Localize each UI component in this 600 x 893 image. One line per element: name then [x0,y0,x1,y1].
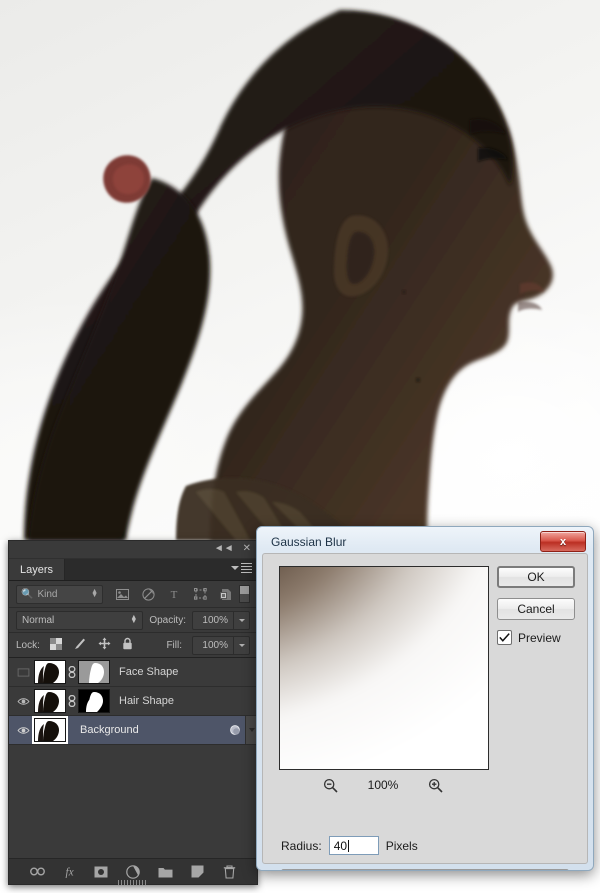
radius-input[interactable]: 40 [328,836,379,855]
filter-kind-select[interactable]: 🔍 Kind ▲ ▼ [16,584,103,604]
layer-mask-thumbnail[interactable] [78,660,110,684]
fill-label: Fill: [166,639,182,651]
layer-thumbnail[interactable] [34,689,66,713]
layer-locked-icon [225,724,245,737]
filter-pixel-layers-icon[interactable] [115,587,129,601]
layer-name[interactable]: Hair Shape [119,695,174,707]
layer-name[interactable]: Face Shape [119,666,178,678]
radius-slider[interactable] [281,866,569,870]
blend-mode-value: Normal [22,614,55,626]
lock-image-pixels-icon[interactable] [73,637,87,654]
filter-adjustment-layers-icon[interactable] [141,587,155,601]
layer-visibility-toggle[interactable] [12,726,34,735]
layer-row-face-shape[interactable]: Face Shape [9,658,257,687]
lock-label: Lock: [16,639,40,651]
new-layer-icon[interactable] [190,864,205,879]
layer-style-fx-icon[interactable]: fx [62,864,77,879]
fill-value: 100% [202,639,228,651]
lock-transparent-pixels-icon[interactable] [49,637,62,653]
fill-field[interactable]: 100% [192,635,250,655]
filter-shape-layers-icon[interactable] [193,587,207,601]
dialog-title: Gaussian Blur [271,535,347,549]
link-mask-icon[interactable] [66,666,78,678]
layers-panel[interactable]: ◄◄ ✕ Layers 🔍 Kind ▲ ▼ T Normal ▲ ▼ Opac… [8,540,258,885]
filter-type-layers-icon[interactable]: T [167,587,181,601]
dialog-titlebar[interactable]: Gaussian Blur x [261,531,589,553]
opacity-field[interactable]: 100% [192,610,250,630]
gaussian-blur-dialog[interactable]: Gaussian Blur x OK Cancel Preview 100% R… [256,526,594,871]
lock-position-icon[interactable] [98,637,111,653]
layer-filter-row: 🔍 Kind ▲ ▼ T [9,581,257,608]
portrait-silhouette [24,10,553,540]
delete-layer-icon[interactable] [222,864,237,879]
preview-checkbox[interactable] [497,630,512,645]
layer-visibility-toggle[interactable] [12,667,34,677]
preview-zoom-controls: 100% [279,774,487,796]
dialog-body: OK Cancel Preview 100% Radius: 40 Pixels [262,553,588,870]
search-icon: 🔍 [21,588,34,600]
radius-label: Radius: [281,838,322,853]
chevron-down-icon[interactable] [233,636,249,654]
stepper-icon: ▲ ▼ [91,588,98,599]
document-canvas [0,0,600,540]
preview-label: Preview [518,630,561,645]
blend-mode-row: Normal ▲ ▼ Opacity: 100% [9,608,257,633]
preview-zoom-value: 100% [367,778,399,792]
lock-row: Lock: Fill: 100% [9,633,257,658]
radius-units-label: Pixels [385,838,418,853]
layers-empty-area [9,745,257,823]
dialog-frame: Gaussian Blur x OK Cancel Preview 100% R… [257,527,593,870]
layer-name[interactable]: Background [80,724,139,736]
panel-menu-icon[interactable] [231,563,252,573]
lock-all-icon[interactable] [122,637,133,653]
stepper-icon: ▲ ▼ [130,614,138,625]
chevron-down-icon[interactable] [233,611,249,629]
svg-text:T: T [171,589,178,600]
cancel-button[interactable]: Cancel [497,598,575,620]
layers-panel-titlebar: ◄◄ ✕ [9,541,257,559]
blur-preview[interactable] [279,566,489,770]
eye-icon [16,697,30,705]
layer-row-hair-shape[interactable]: Hair Shape [9,687,257,716]
layers-panel-toolbar: fx [9,858,257,885]
panel-resize-grip[interactable] [118,880,148,885]
preview-checkbox-row[interactable]: Preview [497,630,575,645]
new-group-icon[interactable] [158,864,173,879]
new-adjustment-layer-icon[interactable] [126,864,141,879]
layers-panel-tab-row: Layers [9,559,257,581]
layers-list: Face Shape Hair Shape Background [9,658,257,745]
blend-mode-select[interactable]: Normal ▲ ▼ [16,610,144,630]
tab-layers[interactable]: Layers [9,559,66,580]
zoom-in-icon[interactable] [428,778,443,793]
eye-off-icon [17,667,29,677]
text-caret [348,839,350,852]
slider-track[interactable] [281,869,569,870]
layer-thumbnail[interactable] [32,716,68,744]
radius-row: Radius: 40 Pixels [281,836,418,855]
layer-mask-thumbnail[interactable] [78,689,110,713]
filter-enable-toggle[interactable] [239,585,250,603]
close-icon[interactable]: x [540,531,586,552]
opacity-value: 100% [202,614,228,626]
layer-thumbnail[interactable] [34,660,66,684]
svg-text:fx: fx [65,867,73,878]
dialog-button-group: OK Cancel Preview [497,566,575,645]
layer-row-background[interactable]: Background [9,716,257,745]
zoom-out-icon[interactable] [323,778,338,793]
link-layers-icon[interactable] [29,864,45,879]
link-mask-icon[interactable] [66,695,78,707]
checkmark-icon [499,633,510,642]
blur-preview-image [280,567,488,769]
close-panel-icon[interactable]: ✕ [243,543,251,555]
filter-kind-label: Kind [37,588,58,600]
layer-visibility-toggle[interactable] [12,697,34,706]
ok-button[interactable]: OK [497,566,575,588]
add-layer-mask-icon[interactable] [94,864,109,879]
collapse-to-icons-icon[interactable]: ◄◄ [214,543,234,555]
filter-smart-object-icon[interactable] [219,587,233,601]
opacity-label: Opacity: [149,614,186,626]
eye-icon [16,726,30,734]
radius-value: 40 [333,838,348,853]
